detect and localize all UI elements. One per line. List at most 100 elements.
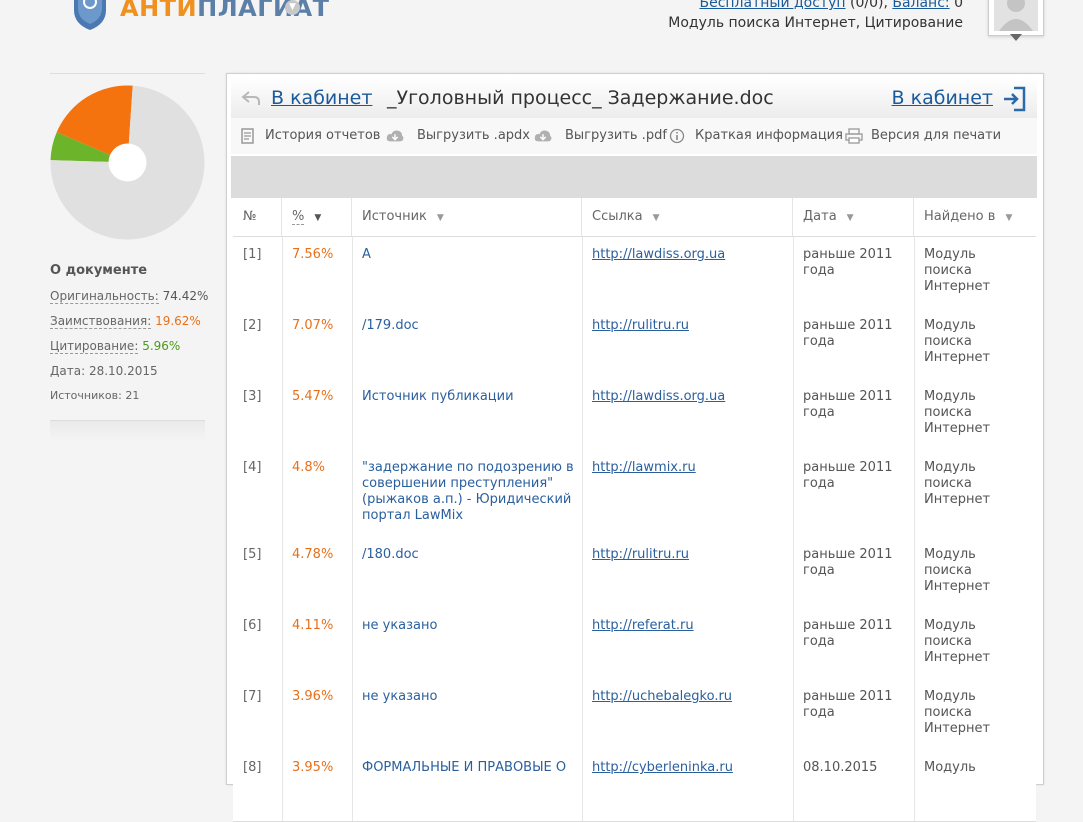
print-icon[interactable] [845,128,863,144]
pie-center-hole [108,143,147,182]
left-panel-footer [50,420,205,441]
table-header: № % ▼ Источник ▼ Ссылка ▼ Дата ▼ Найдено в ▼ [233,198,1036,237]
logo-dropdown-icon[interactable]: ▼ [285,0,300,15]
column-divider [582,450,583,537]
col-header-date[interactable]: Дата ▼ [793,198,914,236]
column-divider [793,379,794,450]
row-source[interactable]: A [362,247,577,263]
table-row[interactable]: [7] 3.96% не указано http://uchebalegko.ru р… [233,679,1036,751]
row-link[interactable]: http://lawdiss.org.ua [592,247,725,263]
brief-info-button[interactable]: Краткая информация [695,128,843,143]
table-row[interactable]: [2] 7.07% /179.doc http://rulitru.ru раньше … [233,308,1036,380]
sort-caret-icon: ▼ [652,213,660,223]
row-source[interactable]: /179.doc [362,318,577,334]
column-divider [282,608,283,679]
row-link[interactable]: http://rulitru.ru [592,547,689,563]
balance-link[interactable]: Баланс: [892,0,949,11]
user-avatar-icon [994,0,1038,31]
col-date-label: Дата [803,209,837,224]
row-source[interactable]: не указано [362,689,577,705]
avatar-dropdown-icon[interactable] [1010,34,1022,41]
col-no-label: № [243,209,257,224]
row-source[interactable]: "задержание по подозрению в совершении п… [362,460,577,524]
history-icon[interactable] [239,128,257,144]
row-percent: 4.78% [292,547,334,562]
column-divider [914,679,915,750]
history-button[interactable]: История отчетов [265,128,380,143]
row-date: раньше 2011 года [803,618,893,649]
column-divider [793,608,794,679]
col-header-pct[interactable]: % ▼ [282,198,352,236]
column-divider [352,450,353,537]
table-row[interactable]: [3] 5.47% Источник публикации http://lawdis… [233,379,1036,451]
row-number: [6] [243,618,262,633]
column-divider [914,450,915,537]
export-apdx-button[interactable]: Выгрузить .apdx [417,128,530,143]
col-header-link[interactable]: Ссылка ▼ [582,198,793,236]
row-source[interactable]: Источник публикации [362,389,577,405]
back-to-cabinet-link[interactable]: В кабинет [271,87,372,109]
row-link[interactable]: http://lawmix.ru [592,460,696,476]
table-row[interactable]: [4] 4.8% "задержание по подозрению в совер… [233,450,1036,538]
row-number: [3] [243,389,262,404]
row-found-in: Модуль поиска Интернет [924,247,991,294]
col-header-source[interactable]: Источник ▼ [352,198,582,236]
col-source-label: Источник [362,209,427,224]
column-divider [282,450,283,537]
column-divider [914,750,915,821]
column-divider [914,379,915,450]
sources-stat: Источников: 21 [50,389,139,402]
free-access-link[interactable]: Бесплатный доступ [699,0,845,11]
row-found-in: Модуль поиска Интернет [924,389,991,436]
table-row[interactable]: [6] 4.11% не указано http://referat.ru раньш… [233,608,1036,680]
export-pdf-button[interactable]: Выгрузить .pdf [565,128,667,143]
print-version-button[interactable]: Версия для печати [871,128,1001,143]
col-header-found[interactable]: Найдено в ▼ [914,198,1036,236]
filter-bar [231,156,1037,198]
column-divider [582,237,583,308]
row-date: раньше 2011 года [803,460,893,491]
sort-caret-icon: ▼ [436,213,444,223]
cloud-download-icon[interactable] [386,128,404,144]
row-date: раньше 2011 года [803,318,893,349]
row-found-in: Модуль поиска Интернет [924,318,991,365]
back-arrow-icon[interactable] [241,90,261,106]
citation-label: Цитирование: [50,339,139,354]
column-divider [793,308,794,379]
left-divider [50,73,205,74]
free-access-count: (0/0), [849,0,888,11]
info-icon[interactable] [669,128,687,144]
column-divider [914,237,915,308]
row-source[interactable]: /180.doc [362,547,577,563]
column-divider [282,379,283,450]
row-source[interactable]: не указано [362,618,577,634]
exit-icon[interactable] [1001,86,1027,112]
modules-text: Модуль поиска Интернет, Цитирование [668,15,963,31]
row-link[interactable]: http://uchebalegko.ru [592,689,732,705]
table-row[interactable]: [8] 3.95% ФОРМАЛЬНЫЕ И ПРАВОВЫЕ Оhttp://cy… [233,750,1036,822]
originality-pie-chart [50,85,205,240]
row-found-in: Модуль поиска Интернет [924,547,991,594]
row-percent: 7.07% [292,318,334,333]
table-row[interactable]: [5] 4.78% /180.doc http://rulitru.ru раньше … [233,537,1036,609]
column-divider [582,750,583,821]
avatar[interactable] [988,0,1044,36]
column-divider [582,308,583,379]
row-link[interactable]: http://referat.ru [592,618,694,634]
row-number: [5] [243,547,262,562]
table-row[interactable]: [1] 7.56% Ahttp://lawdiss.org.ua раньше 201… [233,237,1036,309]
sort-caret-icon: ▼ [1005,213,1013,223]
col-pct-label: % [292,209,305,225]
row-percent: 4.11% [292,618,334,633]
col-found-label: Найдено в [924,209,996,224]
row-percent: 5.47% [292,389,334,404]
row-found-in: Модуль поиска Интернет [924,689,991,736]
column-divider [352,308,353,379]
document-name: _Уголовный процесс_ Задержание.doc [387,87,774,109]
col-header-no[interactable]: № [233,198,282,236]
row-link[interactable]: http://lawdiss.org.ua [592,389,725,405]
cabinet-link[interactable]: В кабинет [892,87,993,109]
row-link[interactable]: http://rulitru.ru [592,318,689,334]
row-number: [2] [243,318,262,333]
cloud-download-pdf-icon[interactable] [534,128,552,144]
